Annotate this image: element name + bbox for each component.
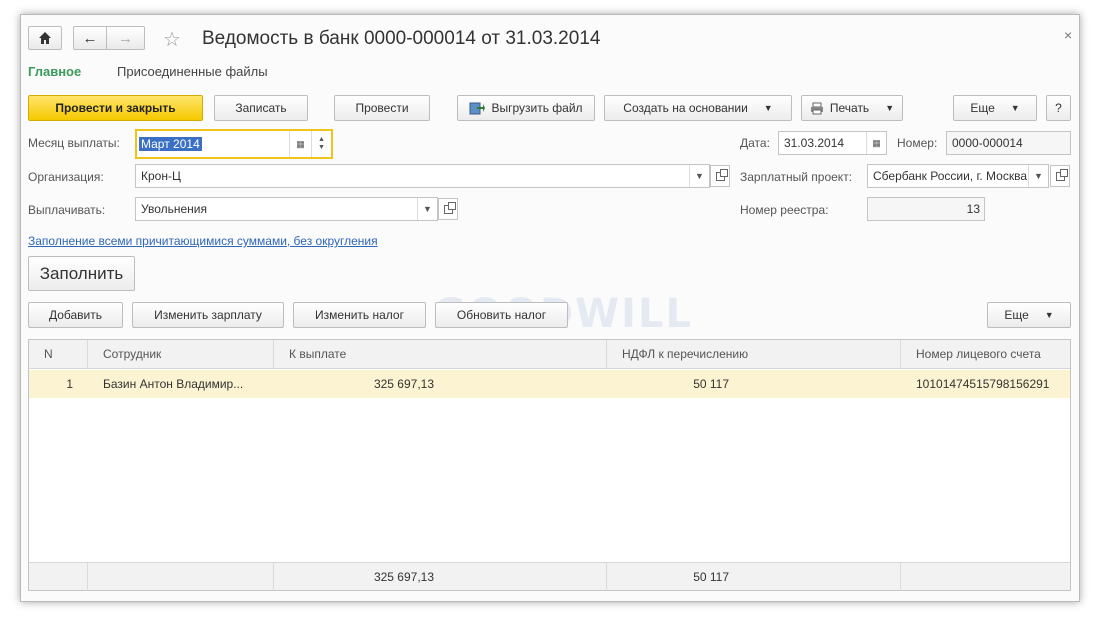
printer-icon [810, 102, 823, 114]
home-icon [39, 32, 51, 44]
month-field[interactable]: Март 2014 ▦ ▲ ▼ [135, 129, 333, 159]
number-field[interactable]: 0000-000014 [946, 131, 1071, 155]
row-employee: Базин Антон Владимир... [103, 377, 244, 391]
open-salary-project-icon[interactable] [1050, 165, 1070, 187]
registry-number-field[interactable]: 13 [867, 197, 985, 221]
table-totals: 325 697,13 50 117 [29, 562, 1070, 591]
post-label: Провести [355, 101, 409, 115]
change-salary-label: Изменить зарплату [154, 308, 262, 322]
fill-button[interactable]: Заполнить [28, 256, 135, 291]
forward-button[interactable]: → [106, 26, 145, 50]
tab-attached-files[interactable]: Присоединенные файлы [117, 64, 268, 79]
table-row[interactable]: 1 Базин Антон Владимир... 325 697,13 50 … [29, 370, 1070, 398]
chevron-down-icon: ▼ [1010, 103, 1020, 113]
change-tax-label: Изменить налог [315, 308, 404, 322]
date-label: Дата: [740, 136, 770, 150]
row-account: 10101474515798156291 [916, 377, 1050, 391]
add-row-button[interactable]: Добавить [28, 302, 123, 328]
registry-number-value: 13 [966, 202, 980, 216]
post-and-close-label: Провести и закрыть [55, 101, 176, 115]
help-button[interactable]: ? [1046, 95, 1071, 121]
export-file-label: Выгрузить файл [491, 101, 583, 115]
table-more-label: Еще [1004, 308, 1029, 322]
write-button[interactable]: Записать [214, 95, 308, 121]
write-label: Записать [235, 101, 287, 115]
row-ndfl: 50 117 [693, 377, 729, 391]
print-label: Печать [829, 101, 870, 115]
row-amount: 325 697,13 [373, 377, 434, 391]
calendar-icon[interactable]: ▦ [866, 132, 886, 154]
chevron-down-icon[interactable]: ▼ [1028, 165, 1048, 187]
chevron-down-icon[interactable]: ▼ [417, 198, 437, 220]
number-value: 0000-000014 [952, 136, 1023, 150]
table-header: N Сотрудник К выплате НДФЛ к перечислени… [29, 340, 1070, 369]
pay-value: Увольнения [141, 202, 207, 216]
month-value: Март 2014 [139, 137, 202, 151]
total-ndfl: 50 117 [693, 570, 729, 584]
column-header-account[interactable]: Номер лицевого счета [916, 340, 1041, 369]
organization-label: Организация: [28, 170, 104, 184]
chevron-down-icon[interactable]: ▼ [689, 165, 709, 187]
more-button[interactable]: Еще ▼ [953, 95, 1037, 121]
post-and-close-button[interactable]: Провести и закрыть [28, 95, 203, 121]
create-based-on-label: Создать на основании [623, 101, 748, 115]
pay-field[interactable]: Увольнения ▼ [135, 197, 438, 221]
help-icon: ? [1055, 101, 1062, 115]
date-value: 31.03.2014 [784, 136, 845, 150]
more-label: Еще [970, 101, 995, 115]
registry-number-label: Номер реестра: [740, 203, 829, 217]
column-header-ndfl[interactable]: НДФЛ к перечислению [622, 340, 748, 369]
export-file-button[interactable]: Выгрузить файл [457, 95, 595, 121]
document-window: ← → ☆ Ведомость в банк 0000-000014 от 31… [20, 14, 1080, 602]
close-icon[interactable]: × [1064, 27, 1072, 43]
salary-project-field[interactable]: Сбербанк России, г. Москва ▼ [867, 164, 1049, 188]
month-label: Месяц выплаты: [28, 136, 120, 150]
fill-mode-link[interactable]: Заполнение всеми причитающимися суммами,… [28, 234, 378, 248]
post-button[interactable]: Провести [334, 95, 430, 121]
date-field[interactable]: 31.03.2014 ▦ [778, 131, 887, 155]
spinner-arrows-icon[interactable]: ▲ ▼ [311, 131, 331, 157]
update-tax-button[interactable]: Обновить налог [435, 302, 568, 328]
back-button[interactable]: ← [73, 26, 107, 50]
change-salary-button[interactable]: Изменить зарплату [132, 302, 284, 328]
organization-value: Крон-Ц [141, 169, 181, 183]
add-row-label: Добавить [48, 308, 103, 322]
table-more-button[interactable]: Еще ▼ [987, 302, 1071, 328]
pay-label: Выплачивать: [28, 203, 106, 217]
column-header-n[interactable]: N [44, 340, 53, 369]
row-number: 1 [66, 377, 73, 391]
print-button[interactable]: Печать ▼ [801, 95, 903, 121]
tab-main[interactable]: Главное [28, 64, 81, 79]
export-file-icon [469, 102, 486, 115]
employee-table[interactable]: N Сотрудник К выплате НДФЛ к перечислени… [28, 339, 1071, 591]
calendar-select-icon[interactable]: ▦ [289, 131, 311, 157]
number-label: Номер: [897, 136, 938, 150]
change-tax-button[interactable]: Изменить налог [293, 302, 426, 328]
salary-project-value: Сбербанк России, г. Москва [873, 169, 1028, 183]
update-tax-label: Обновить налог [456, 308, 547, 322]
total-amount: 325 697,13 [373, 570, 434, 584]
open-organization-icon[interactable] [710, 165, 730, 187]
month-value-wrap: Март 2014 [137, 137, 289, 151]
arrow-right-icon: → [118, 29, 133, 47]
salary-project-label: Зарплатный проект: [740, 170, 853, 184]
fill-label: Заполнить [39, 263, 124, 283]
arrow-left-icon: ← [82, 29, 98, 47]
chevron-down-icon: ▼ [763, 103, 773, 113]
open-pay-icon[interactable] [438, 198, 458, 220]
chevron-down-icon: ▼ [885, 103, 895, 113]
chevron-down-icon: ▼ [1044, 310, 1054, 320]
organization-field[interactable]: Крон-Ц ▼ [135, 164, 710, 188]
window-title: Ведомость в банк 0000-000014 от 31.03.20… [202, 28, 601, 49]
column-header-employee[interactable]: Сотрудник [103, 340, 161, 369]
create-based-on-button[interactable]: Создать на основании ▼ [604, 95, 792, 121]
favorite-star-icon[interactable]: ☆ [163, 27, 181, 52]
home-button[interactable] [28, 26, 62, 50]
column-header-amount[interactable]: К выплате [289, 340, 346, 369]
